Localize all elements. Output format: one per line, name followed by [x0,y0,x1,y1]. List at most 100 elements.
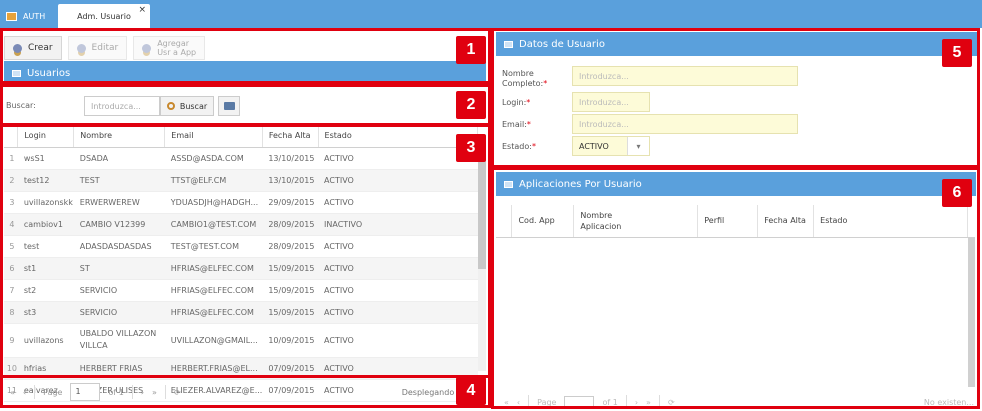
first-page-icon[interactable]: « [10,388,15,397]
search-input[interactable]: Introduzca... [84,96,160,116]
last-page-icon[interactable]: » [152,388,157,397]
datos-title: Datos de Usuario [519,38,605,50]
cell-nombre: SERVICIO [73,301,165,324]
cell-login: st3 [17,301,74,324]
cell-login: test [17,235,74,258]
prev-page-icon[interactable]: ‹ [23,388,26,397]
rownum-header [496,205,513,238]
apps-scrollbar[interactable] [968,237,975,387]
table-row[interactable]: 3 uvillazonskk ERWERWEREW YDUASDJH@HADGH...… [4,191,478,214]
cell-fecha-alta: 13/10/2015 [262,169,319,192]
apps-table: Cod. App Nombre Aplicacion Perfil Fecha … [496,205,968,238]
required-mark: * [531,142,536,151]
close-icon[interactable]: × [138,5,146,15]
table-row[interactable]: 7 st2 SERVICIO HFRIAS@ELFEC.COM 15/09/2015 AC… [4,279,478,302]
tab-adm-usuario[interactable]: Adm. Usuario × [58,4,150,28]
table-row[interactable]: 10 hfrias HERBERT FRIAS HERBERT.FRIAS@EL...… [4,357,478,380]
login-label-text: Login: [502,98,527,107]
table-row[interactable]: 2 test12 TEST TTST@ELF.CM 13/10/2015 ACTIVO [4,169,478,192]
login-input[interactable]: Introduzca... [572,92,650,112]
cell-login: hfrias [17,357,74,380]
table-row[interactable]: 8 st3 SERVICIO HFRIAS@ELFEC.COM 15/09/2015 AC… [4,301,478,324]
next-page-icon[interactable]: › [635,398,638,407]
table-row[interactable]: 5 test ADASDASDASDAS TEST@TEST.COM 28/09/201… [4,235,478,258]
cell-email: HFRIAS@ELFEC.COM [164,301,263,324]
row-number: 6 [4,257,18,280]
cell-estado: ACTIVO [318,323,478,358]
table-row[interactable]: 1 wsS1 DSADA ASSD@ASDA.COM 13/10/2015 ACTIVO [4,147,478,170]
col-login[interactable]: Login [17,125,75,148]
user-app-icon [142,43,152,53]
usuarios-title: Usuarios [27,67,71,79]
cell-email: HFRIAS@ELFEC.COM [164,279,263,302]
tab-auth-label: AUTH [23,11,46,21]
tab-auth[interactable]: AUTH [6,4,45,28]
users-table-header: Login Nombre Email Fecha Alta Estado [4,125,479,148]
estado-select[interactable]: ACTIVO ▾ [572,136,650,156]
col-cod-app[interactable]: Cod. App [511,205,575,238]
col-nombre-aplicacion-1: Nombre [580,210,613,220]
required-mark: * [526,120,531,129]
nombre-completo-input[interactable]: Introduzca... [572,66,798,86]
cell-estado: ACTIVO [318,357,478,380]
annotation-badge-3: 3 [456,134,486,162]
table-row[interactable]: 9 uvillazons UBALDO VILLAZON VILLCA UVILLAZ… [4,323,478,358]
col-estado[interactable]: Estado [813,205,968,238]
annotation-box-6 [491,167,980,409]
col-perfil[interactable]: Perfil [697,205,759,238]
next-page-icon[interactable]: › [141,388,144,397]
page-input[interactable]: 1 [70,383,101,401]
table-row[interactable]: 4 cambiov1 CAMBIO V12399 CAMBIO1@TEST.COM 28… [4,213,478,236]
nombre-label: Nombre Completo:* [502,69,547,89]
search-row: Buscar: Introduzca... Buscar [4,93,484,119]
agregar-usr-app-button[interactable]: Agregar Usr a App [133,36,206,60]
page-label: Page [537,397,557,407]
annotation-badge-2: 2 [456,91,486,119]
required-mark: * [543,79,548,88]
chevron-down-icon[interactable]: ▾ [627,137,649,155]
prev-page-icon[interactable]: ‹ [517,398,520,407]
row-number: 9 [4,323,18,358]
panel-icon [504,40,513,48]
cell-estado: ACTIVO [318,169,478,192]
print-button[interactable] [218,96,240,116]
panel-icon [12,69,21,77]
printer-icon [223,102,235,110]
annotation-badge-1: 1 [456,36,486,64]
users-scrollbar-thumb[interactable] [478,147,486,269]
of-pages-label: of 1 [108,387,124,397]
apps-title: Aplicaciones Por Usuario [519,178,642,190]
row-number: 10 [4,357,18,380]
col-fecha-alta[interactable]: Fecha Alta [757,205,815,238]
login-label: Login:* [502,98,530,108]
col-nombre[interactable]: Nombre [73,125,166,148]
table-row[interactable]: 6 st1 ST HFRIAS@ELFEC.COM 15/09/2015 ACTIVO [4,257,478,280]
tab-adm-label: Adm. Usuario [77,11,131,21]
cell-estado: INACTIVO [318,213,478,236]
email-input[interactable]: Introduzca... [572,114,798,134]
page-input[interactable] [564,396,595,408]
cell-nombre: ADASDASDASDAS [73,235,165,258]
search-icon [166,102,175,110]
search-button[interactable]: Buscar [160,96,214,116]
editar-label: Editar [91,43,119,53]
col-estado[interactable]: Estado [318,125,479,148]
cell-fecha-alta: 15/09/2015 [262,257,319,280]
col-email[interactable]: Email [164,125,263,148]
refresh-icon[interactable]: ⟳ [174,388,181,397]
row-number: 8 [4,301,18,324]
cell-nombre: UBALDO VILLAZON VILLCA [73,323,165,358]
refresh-icon[interactable]: ⟳ [668,398,675,407]
estado-label-text: Estado: [502,142,532,151]
cell-fecha-alta: 28/09/2015 [262,235,319,258]
first-page-icon[interactable]: « [504,398,509,407]
last-page-icon[interactable]: » [646,398,651,407]
col-fecha-alta[interactable]: Fecha Alta [262,125,319,148]
email-label-text: Email: [502,120,527,129]
cell-nombre: SERVICIO [73,279,165,302]
crear-button[interactable]: Crear [4,36,62,60]
editar-button[interactable]: Editar [67,36,128,60]
toolbar: Crear Editar Agregar Usr a App [4,34,206,62]
col-nombre-aplicacion[interactable]: Nombre Aplicacion [573,205,699,238]
row-number: 1 [4,147,18,170]
